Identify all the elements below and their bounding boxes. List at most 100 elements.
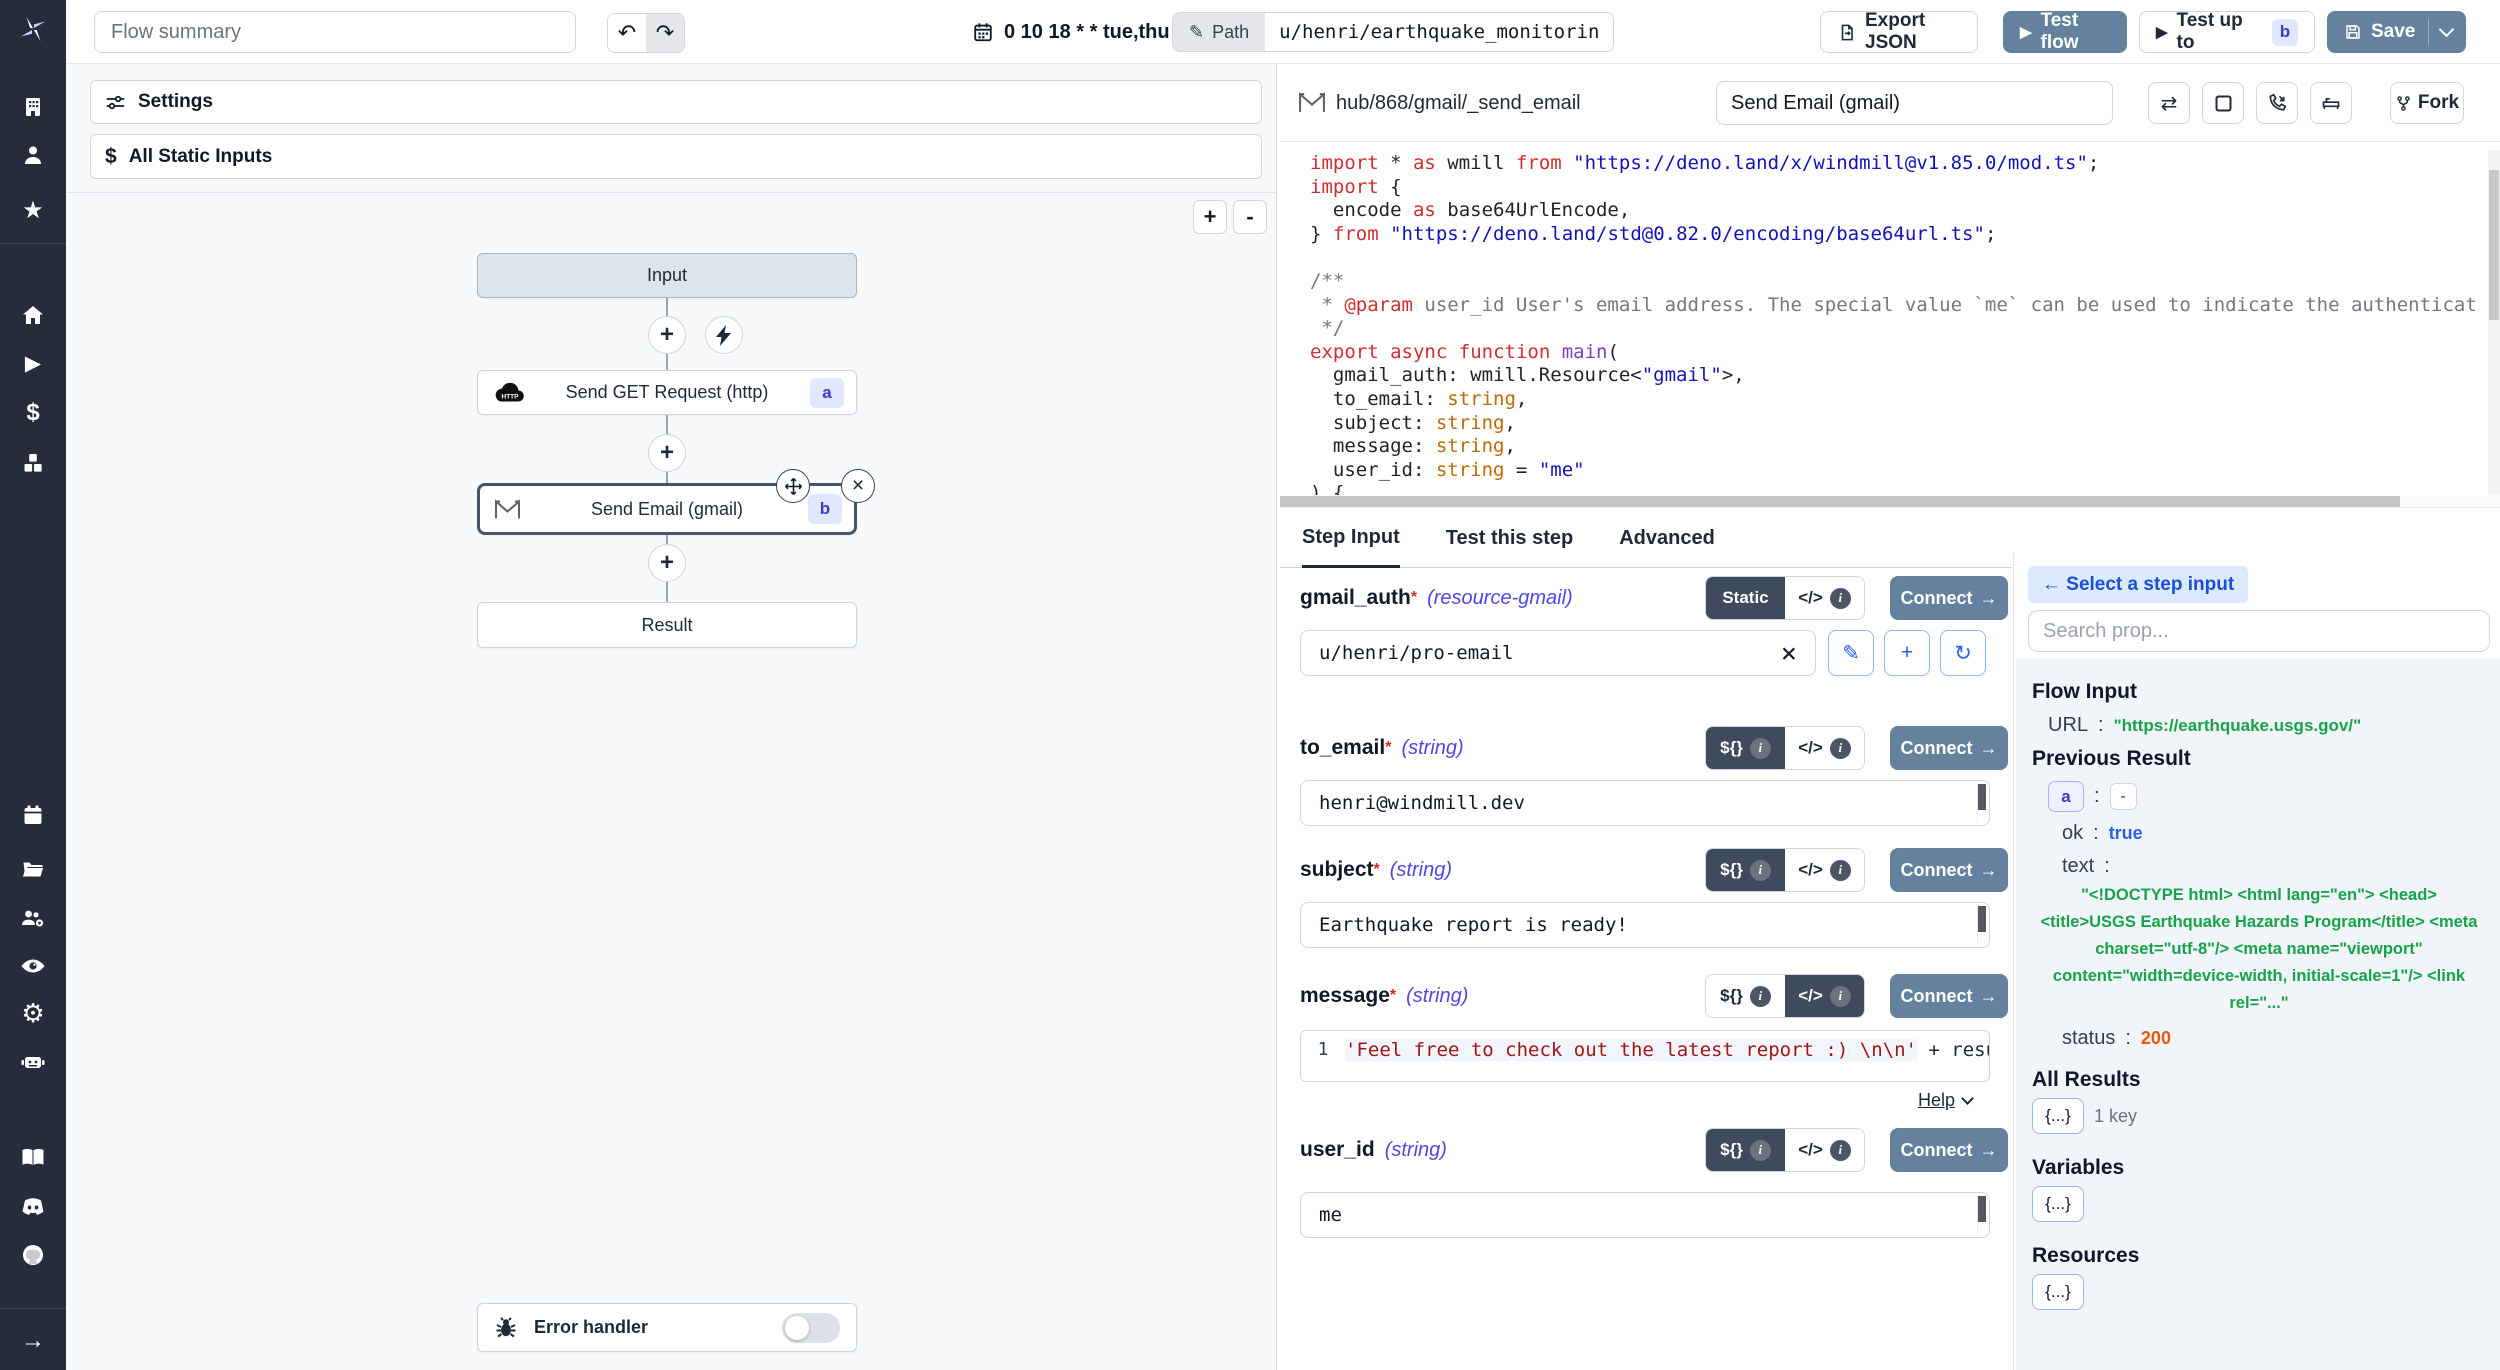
chevron-down-icon	[2439, 22, 2455, 38]
windmill-logo-icon[interactable]	[18, 14, 48, 44]
tab-advanced[interactable]: Advanced	[1619, 510, 1715, 568]
save-button[interactable]: Save	[2327, 11, 2466, 53]
edit-resource-button[interactable]: ✎	[1828, 630, 1874, 676]
static-mode-button[interactable]: ${}i	[1706, 849, 1785, 891]
favorites-star-icon[interactable]: ★	[18, 195, 48, 225]
audit-eye-icon[interactable]	[18, 951, 48, 981]
settings-gear-icon[interactable]: ⚙	[18, 998, 48, 1028]
schedules-calendar-icon[interactable]	[18, 800, 48, 830]
add-step-button[interactable]: +	[648, 544, 686, 582]
error-handler-bar[interactable]: Error handler	[477, 1303, 857, 1352]
schedule-display[interactable]: 0 10 18 * * tue,thu	[972, 0, 1170, 64]
fork-button[interactable]: Fork	[2390, 82, 2464, 124]
add-step-button[interactable]: +	[648, 434, 686, 472]
add-step-button[interactable]: +	[648, 316, 686, 354]
connect-button[interactable]: Connect→	[1890, 726, 2008, 770]
home-icon[interactable]	[18, 300, 48, 330]
refresh-resource-button[interactable]: ↻	[1940, 630, 1986, 676]
test-up-to-button[interactable]: ▶ Test up to b	[2139, 11, 2315, 53]
groups-users-gear-icon[interactable]	[18, 903, 48, 933]
phone-incoming-icon-button[interactable]	[2256, 82, 2298, 124]
text-prop-value[interactable]: "<!DOCTYPE html> <html lang="en"> <head>…	[2040, 882, 2478, 1017]
ok-prop-row[interactable]: ok : true	[2062, 822, 2484, 845]
js-mode-button[interactable]: </>i	[1785, 727, 1864, 769]
js-mode-button[interactable]: </>i	[1785, 577, 1864, 619]
step-a-badge[interactable]: a	[2048, 781, 2084, 812]
result-node[interactable]: Result	[477, 602, 857, 648]
flow-summary-input[interactable]	[94, 11, 576, 53]
to-email-input[interactable]: henri@windmill.dev	[1300, 780, 1990, 826]
help-link[interactable]: Help	[1918, 1090, 1955, 1111]
props-scroll-area[interactable]: Flow Input URL : "https://earthquake.usg…	[2016, 658, 2500, 1370]
path-chip[interactable]: ✎ Path u/henri/earthquake_monitorin	[1172, 12, 1614, 52]
input-node[interactable]: Input	[477, 253, 857, 298]
tab-step-input[interactable]: Step Input	[1302, 510, 1400, 568]
variables-object-button[interactable]: {...}	[2032, 1186, 2084, 1222]
chevron-down-icon	[1961, 1092, 1974, 1105]
clear-x-icon[interactable]: ×	[1781, 640, 1797, 667]
flow-settings-bar[interactable]: Settings	[90, 80, 1262, 124]
all-results-object-button[interactable]: {...}	[2032, 1098, 2084, 1134]
js-mode-button[interactable]: </>i	[1785, 849, 1864, 891]
status-prop-row[interactable]: status : 200	[2062, 1027, 2484, 1050]
reload-icon-button[interactable]: ⇄	[2148, 82, 2190, 124]
test-flow-label: Test flow	[2041, 10, 2110, 54]
text-prop-row[interactable]: text :	[2062, 855, 2484, 878]
error-handler-toggle[interactable]	[782, 1313, 840, 1343]
user-id-input[interactable]: me	[1300, 1192, 1990, 1238]
js-mode-button[interactable]: </>i	[1785, 975, 1864, 1017]
connect-button[interactable]: Connect→	[1890, 974, 2008, 1018]
variables-dollar-icon[interactable]: $	[18, 398, 48, 428]
resources-cubes-icon[interactable]	[18, 448, 48, 478]
add-resource-button[interactable]: +	[1884, 630, 1930, 676]
code-editor[interactable]: import * as wmill from "https://deno.lan…	[1280, 142, 2500, 495]
resources-object-button[interactable]: {...}	[2032, 1274, 2084, 1310]
delete-step-button[interactable]: ×	[841, 469, 875, 503]
connect-button[interactable]: Connect→	[1890, 576, 2008, 620]
all-static-inputs-bar[interactable]: $ All Static Inputs	[90, 134, 1262, 179]
play-icon: ▶	[2156, 23, 2168, 41]
zoom-out-button[interactable]: -	[1233, 200, 1267, 234]
search-prop-input[interactable]	[2028, 610, 2490, 652]
static-mode-button[interactable]: Static	[1706, 577, 1785, 619]
collapse-button[interactable]: -	[2110, 783, 2137, 810]
static-mode-button[interactable]: ${}i	[1706, 975, 1785, 1017]
gmail-auth-resource-input[interactable]: u/henri/pro-email ×	[1300, 630, 1816, 676]
ai-robot-icon[interactable]	[18, 1046, 48, 1076]
test-flow-button[interactable]: ▶ Test flow	[2003, 11, 2127, 53]
undo-button[interactable]: ↶	[608, 14, 646, 52]
step-name-input[interactable]	[1716, 81, 2113, 125]
code-horizontal-scrollbar[interactable]	[1280, 495, 2500, 508]
static-mode-button[interactable]: ${}i	[1706, 727, 1785, 769]
message-js-editor[interactable]: 1 'Feel free to check out the latest rep…	[1300, 1030, 1990, 1082]
folders-icon[interactable]	[18, 853, 48, 883]
path-edit-segment[interactable]: ✎ Path	[1173, 13, 1265, 51]
save-dropdown-button[interactable]	[2428, 19, 2452, 45]
redo-button[interactable]: ↷	[646, 14, 684, 52]
move-step-button[interactable]	[776, 469, 810, 503]
subject-input[interactable]: Earthquake report is ready!	[1300, 902, 1990, 948]
code-vertical-scrollbar[interactable]	[2488, 150, 2500, 495]
tab-test-this-step[interactable]: Test this step	[1446, 510, 1573, 568]
connect-button[interactable]: Connect→	[1890, 1128, 2008, 1172]
runs-play-icon[interactable]: ▶	[18, 348, 48, 378]
user-icon[interactable]	[18, 140, 48, 170]
export-json-button[interactable]: Export JSON	[1820, 11, 1978, 53]
js-mode-button[interactable]: </>i	[1785, 1129, 1864, 1171]
expand-editor-button[interactable]	[2202, 82, 2244, 124]
workspace-icon[interactable]	[18, 92, 48, 122]
docs-book-icon[interactable]	[18, 1142, 48, 1172]
static-mode-button[interactable]: ${}i	[1706, 1129, 1785, 1171]
select-step-input-button[interactable]: ← Select a step input	[2028, 566, 2248, 603]
http-step-node[interactable]: HTTP Send GET Request (http) a	[477, 370, 857, 415]
expand-sidebar-arrow-icon[interactable]: →	[18, 1326, 48, 1356]
discord-icon[interactable]	[18, 1192, 48, 1222]
zoom-in-button[interactable]: +	[1193, 200, 1227, 234]
step-a-row[interactable]: a : -	[2048, 781, 2484, 812]
url-prop-row[interactable]: URL : "https://earthquake.usgs.gov/"	[2048, 714, 2484, 737]
bench-icon-button[interactable]	[2310, 82, 2352, 124]
hub-script-path[interactable]: hub/868/gmail/_send_email	[1336, 64, 1581, 142]
trigger-bolt-button[interactable]	[705, 316, 743, 354]
connect-button[interactable]: Connect→	[1890, 848, 2008, 892]
github-icon[interactable]	[18, 1240, 48, 1270]
